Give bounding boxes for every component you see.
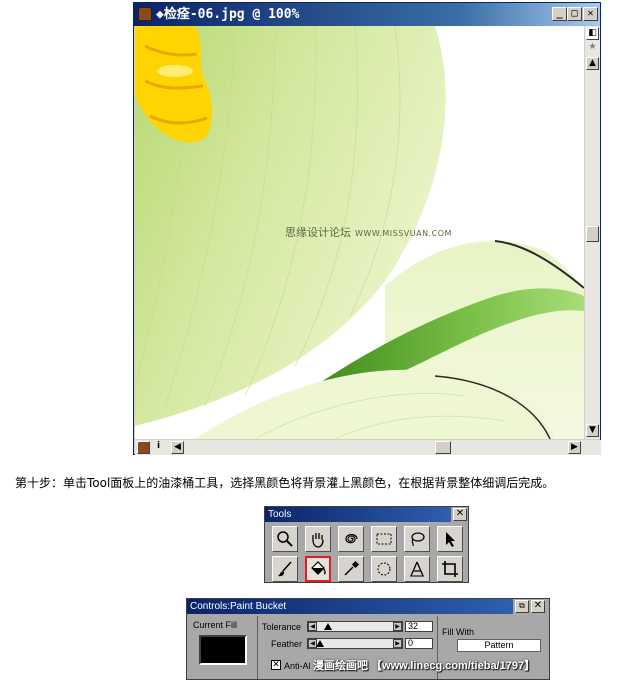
controls-panel[interactable]: Controls:Paint Bucket ⧉ ✕ Current Fill T… <box>186 598 550 680</box>
lasso-icon <box>411 532 425 547</box>
eyedropper-icon <box>344 560 360 576</box>
brush-icon <box>278 561 292 577</box>
site-watermark: 漫画绘画吧 【www.linecg.com/tieba/1797】 <box>313 660 536 672</box>
text-icon <box>410 561 424 577</box>
pointer-tool[interactable] <box>437 526 463 552</box>
restore-icon[interactable]: ⧉ <box>515 600 529 613</box>
fill-with-label: Fill With <box>442 627 474 637</box>
watermark-url: WWW.MISSVUAN.COM <box>355 229 452 238</box>
crop-icon <box>442 561 458 577</box>
circle-select-tool[interactable] <box>371 556 397 582</box>
tolerance-left-arrow-icon[interactable]: ◀ <box>308 622 317 631</box>
feather-value-field[interactable]: 0 <box>405 638 433 649</box>
feather-slider-knob[interactable] <box>316 640 324 647</box>
feather-right-arrow-icon[interactable]: ▶ <box>393 639 402 648</box>
magnifier-icon <box>277 531 293 547</box>
controls-close-button[interactable]: ✕ <box>531 600 545 613</box>
step-instruction: 第十步：单击Tool面板上的油漆桶工具，选择黑颜色将背景灌上黑颜色，在根据背景整… <box>15 476 555 490</box>
anti-alias-label: Anti-Al <box>284 661 311 671</box>
canvas-watermark: 思缘设计论坛 WWW.MISSVUAN.COM <box>285 224 452 240</box>
current-fill-label: Current Fill <box>193 620 238 630</box>
app-icon[interactable] <box>138 7 152 21</box>
close-button[interactable]: ✕ <box>583 7 598 21</box>
scroll-left-arrow-icon[interactable]: ◀ <box>171 441 184 454</box>
brush-tool[interactable] <box>272 556 298 582</box>
star-icon[interactable]: ★ <box>586 42 599 55</box>
watermark-cn: 思缘设计论坛 <box>285 226 351 239</box>
tools-palette-title[interactable]: Tools <box>265 507 451 522</box>
tolerance-label: Tolerance <box>262 622 302 632</box>
maximize-button[interactable]: □ <box>567 7 582 21</box>
marquee-icon <box>376 533 392 545</box>
image-canvas[interactable]: 思缘设计论坛 WWW.MISSVUAN.COM <box>135 26 584 439</box>
vertical-scrollbar[interactable]: ◧ ★ ▲ ▼ <box>585 26 600 439</box>
color-swatch-icon[interactable]: ◧ <box>586 27 599 40</box>
arrow-icon <box>446 532 455 547</box>
lasso-tool[interactable] <box>404 526 430 552</box>
horizontal-scrollbar[interactable]: i ◀ ▶ <box>135 440 601 455</box>
circle-icon <box>377 562 391 576</box>
layer-icon[interactable] <box>137 441 150 454</box>
text-tool[interactable] <box>404 556 430 582</box>
fill-with-select[interactable]: Pattern <box>457 639 541 652</box>
eyedropper-tool[interactable] <box>338 556 364 582</box>
vertical-scroll-thumb[interactable] <box>586 226 599 242</box>
zoom-tool[interactable] <box>272 526 298 552</box>
anti-alias-checkbox[interactable]: ✕ <box>271 660 281 670</box>
horizontal-scroll-thumb[interactable] <box>435 441 451 454</box>
rect-select-tool[interactable] <box>371 526 397 552</box>
tolerance-slider[interactable]: ◀ ▶ <box>307 621 403 632</box>
tools-palette[interactable]: Tools ✕ <box>264 506 469 583</box>
image-window-title: ◆检痊-06.jpg @ 100% <box>156 7 300 22</box>
paint-bucket-tool[interactable] <box>305 556 331 582</box>
image-window-titlebar[interactable]: ◆检痊-06.jpg @ 100% _ □ ✕ <box>134 3 600 26</box>
scroll-up-arrow-icon[interactable]: ▲ <box>586 57 599 70</box>
tools-close-button[interactable]: ✕ <box>453 508 467 521</box>
divider-left <box>257 616 258 679</box>
tolerance-right-arrow-icon[interactable]: ▶ <box>393 622 402 631</box>
info-icon[interactable]: i <box>152 441 165 454</box>
crop-tool[interactable] <box>437 556 463 582</box>
twirl-tool[interactable] <box>338 526 364 552</box>
hand-icon <box>312 533 324 548</box>
spiral-icon <box>345 533 358 544</box>
current-fill-swatch[interactable] <box>199 635 247 665</box>
image-document-window[interactable]: ◆检痊-06.jpg @ 100% _ □ ✕ 思缘设计论坛 WWW.MISSV… <box>133 2 601 455</box>
minimize-button[interactable]: _ <box>552 7 567 21</box>
feather-slider[interactable]: ◀ ▶ <box>307 638 403 649</box>
scroll-right-arrow-icon[interactable]: ▶ <box>568 441 581 454</box>
bucket-icon <box>311 561 326 575</box>
controls-panel-title[interactable]: Controls:Paint Bucket <box>187 599 513 614</box>
feather-label: Feather <box>271 639 303 649</box>
scroll-down-arrow-icon[interactable]: ▼ <box>586 424 599 437</box>
hand-tool[interactable] <box>305 526 331 552</box>
tolerance-value-field[interactable]: 32 <box>405 621 433 632</box>
tolerance-slider-knob[interactable] <box>324 623 332 630</box>
